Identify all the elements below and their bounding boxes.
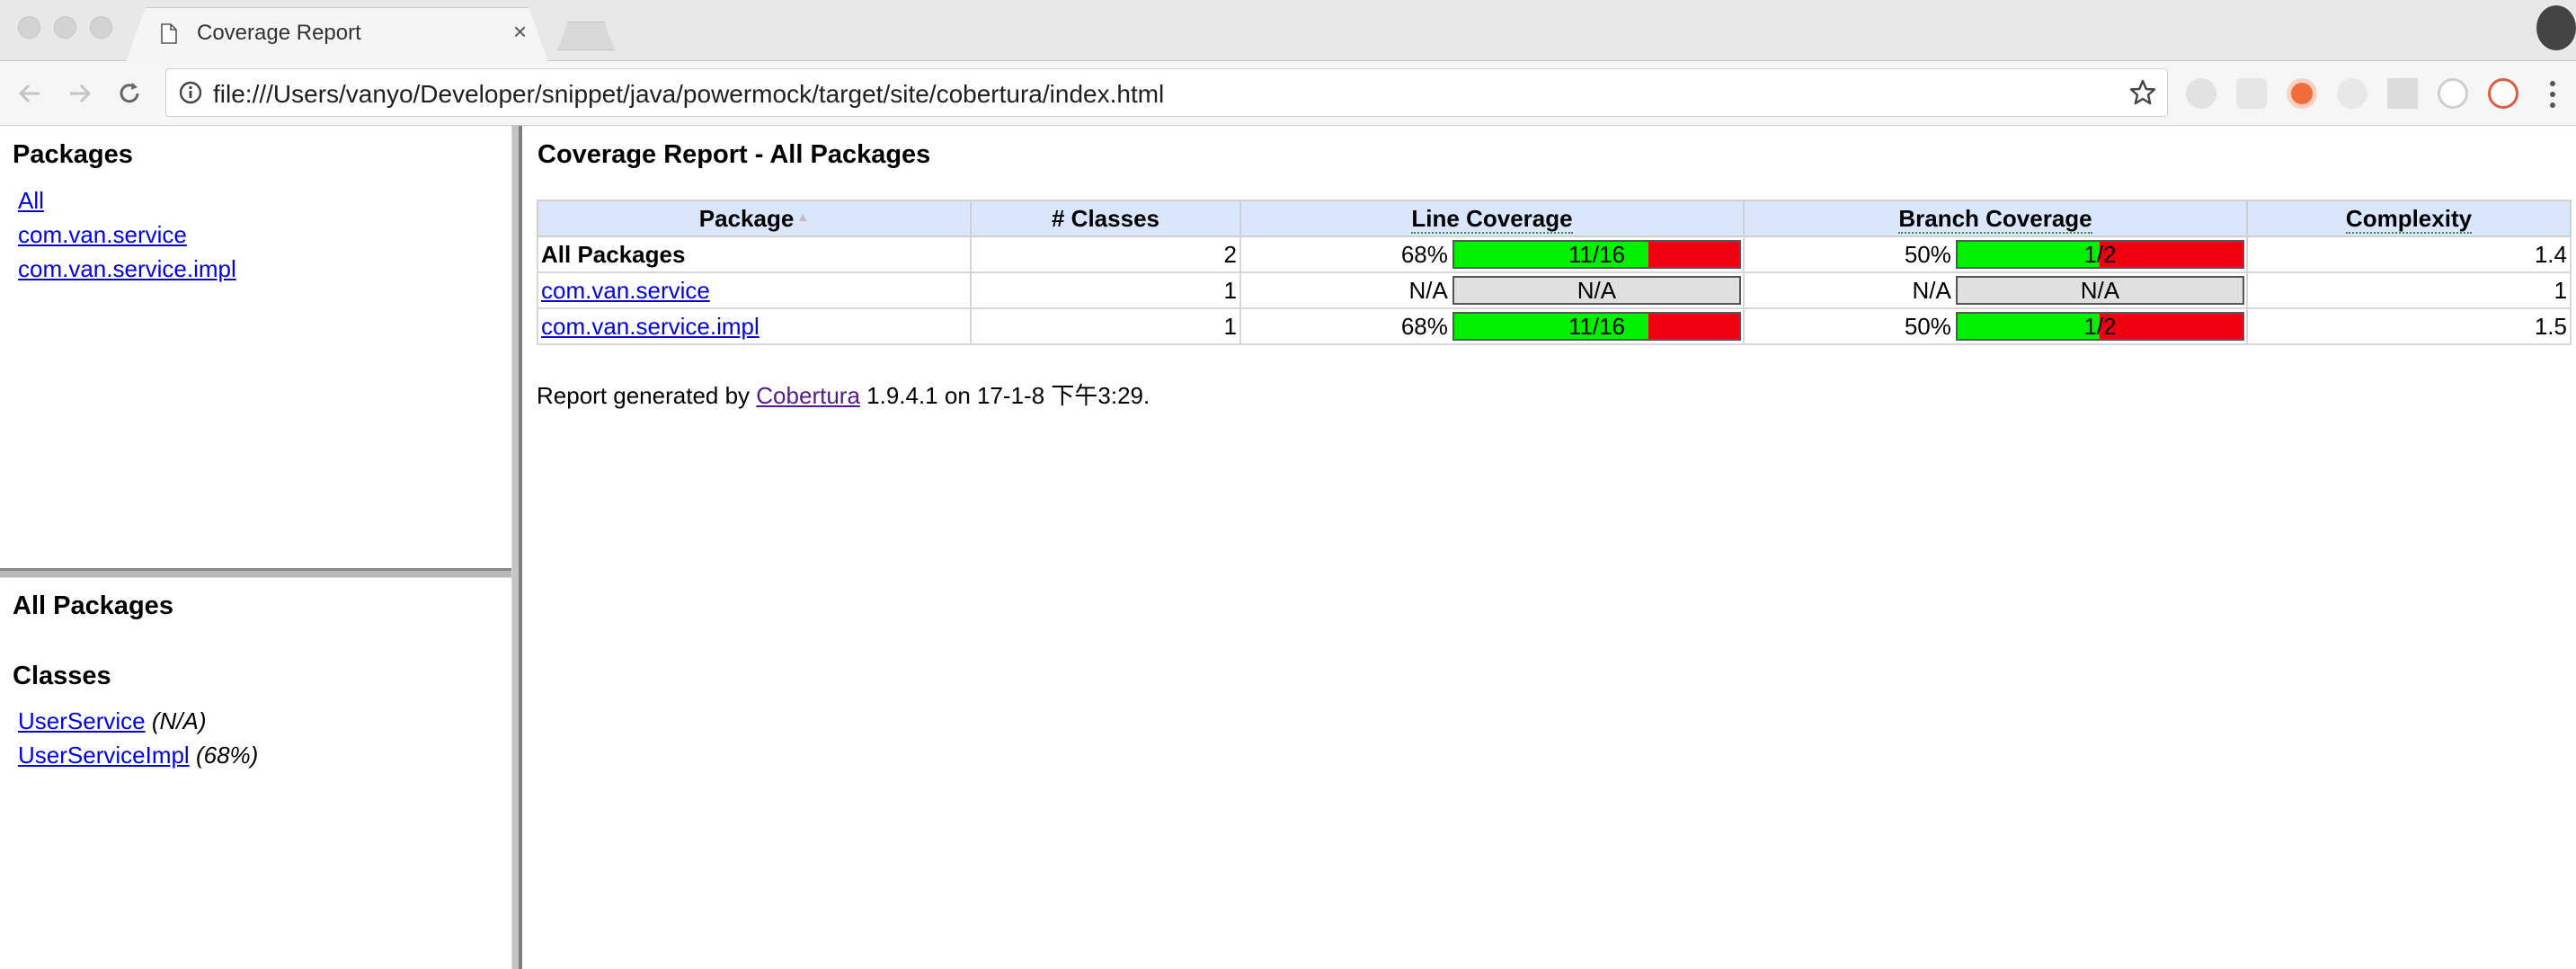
line-coverage-percent: 68% <box>1239 236 1451 273</box>
column-header-complexity[interactable]: Complexity <box>2246 200 2572 237</box>
package-link-service[interactable]: com.van.service <box>18 221 187 248</box>
menu-dots-icon[interactable] <box>2547 79 2558 110</box>
line-coverage-bar-cell: 11/16 <box>1450 307 1745 345</box>
classes-heading: Classes <box>13 662 111 690</box>
package-name-cell: All Packages <box>537 236 972 273</box>
package-list-item: com.van.service.impl <box>18 252 236 286</box>
parachute-extension-icon[interactable] <box>2236 78 2267 109</box>
branch-coverage-percent: N/A <box>1743 271 1954 309</box>
classes-count-cell: 2 <box>970 236 1241 273</box>
coverage-bar: 1/2 <box>1955 240 2244 269</box>
column-header-package[interactable]: Package ▲ <box>537 200 972 237</box>
profile-avatar[interactable] <box>2536 5 2576 50</box>
package-row-link[interactable]: com.van.service <box>541 277 710 304</box>
all-packages-heading: All Packages <box>13 591 173 620</box>
info-icon[interactable] <box>179 81 202 104</box>
column-header-classes[interactable]: # Classes <box>970 200 1241 237</box>
package-row-link[interactable]: com.van.service.impl <box>541 313 759 340</box>
column-header-line-coverage[interactable]: Line Coverage <box>1239 200 1745 237</box>
line-coverage-percent: 68% <box>1239 307 1451 345</box>
complexity-cell: 1.5 <box>2246 307 2572 345</box>
branch-coverage-bar-cell: N/A <box>1953 271 2249 309</box>
footer-prefix: Report generated by <box>537 382 757 409</box>
reload-icon[interactable] <box>113 77 146 110</box>
coverage-bar: N/A <box>1955 276 2244 305</box>
orange-extension-icon[interactable] <box>2287 78 2317 109</box>
complexity-cell: 1.4 <box>2246 236 2572 273</box>
report-footer: Report generated by Cobertura 1.9.4.1 on… <box>537 378 1150 411</box>
coverage-bar: 11/16 <box>1452 240 1741 269</box>
bookmark-star-icon[interactable] <box>2129 79 2156 106</box>
table-header-row: Package ▲ # Classes Line Coverage Branch … <box>537 200 2572 237</box>
packages-heading: Packages <box>13 140 133 169</box>
class-link-userservice[interactable]: UserService <box>18 707 146 734</box>
package-name-cell: com.van.service <box>537 271 972 309</box>
package-list-item: com.van.service <box>18 218 236 252</box>
classes-list: UserService (N/A) UserServiceImpl (68%) <box>18 704 258 772</box>
classes-count-cell: 1 <box>970 271 1241 309</box>
footer-suffix: 1.9.4.1 on 17-1-8 下午3:29. <box>859 382 1150 409</box>
tab-strip: Coverage Report × <box>0 0 2576 61</box>
report-frame: Coverage Report - All Packages Package ▲ … <box>522 126 2576 969</box>
class-coverage: (N/A) <box>151 707 207 734</box>
complexity-cell: 1 <box>2246 271 2572 309</box>
line-coverage-bar-cell: 11/16 <box>1450 236 1745 273</box>
table-row: All Packages 2 68% 11/16 50% 1/2 1.4 <box>537 236 2572 273</box>
frame-splitter-vertical[interactable] <box>511 126 522 969</box>
table-row: com.van.service 1 N/A N/A N/A N/A 1 <box>537 271 2572 309</box>
column-header-branch-coverage[interactable]: Branch Coverage <box>1743 200 2248 237</box>
class-list-item: UserService (N/A) <box>18 704 258 738</box>
coverage-bar: N/A <box>1452 276 1741 305</box>
class-link-userserviceimpl[interactable]: UserServiceImpl <box>18 742 190 769</box>
package-name-cell: com.van.service.impl <box>537 307 972 345</box>
close-window-button[interactable] <box>18 16 40 39</box>
cobertura-link[interactable]: Cobertura <box>756 382 860 409</box>
line-coverage-percent: N/A <box>1239 271 1451 309</box>
package-list-item: All <box>18 183 236 218</box>
branch-coverage-percent: 50% <box>1743 236 1954 273</box>
json-extension-icon[interactable] <box>2438 78 2468 109</box>
line-coverage-bar-cell: N/A <box>1450 271 1745 309</box>
packages-list: All com.van.service com.van.service.impl <box>18 183 236 286</box>
sort-indicator-icon: ▲ <box>796 209 810 224</box>
package-link-all[interactable]: All <box>18 187 44 214</box>
active-tab[interactable]: Coverage Report × <box>126 7 548 62</box>
branch-coverage-bar-cell: 1/2 <box>1953 236 2249 273</box>
maximize-window-button[interactable] <box>90 16 112 39</box>
link-extension-icon[interactable] <box>2337 78 2367 109</box>
coverage-bar: 11/16 <box>1452 312 1741 341</box>
branch-coverage-bar-cell: 1/2 <box>1953 307 2249 345</box>
report-title: Coverage Report - All Packages <box>537 140 931 169</box>
class-coverage: (68%) <box>195 742 259 769</box>
forward-arrow-icon[interactable] <box>63 77 95 110</box>
address-bar[interactable]: file:///Users/vanyo/Developer/snippet/ja… <box>165 68 2168 117</box>
table-row: com.van.service.impl 1 68% 11/16 50% 1/2 1.5 <box>537 307 2572 345</box>
url-text[interactable]: file:///Users/vanyo/Developer/snippet/ja… <box>213 80 1164 109</box>
new-tab-button[interactable] <box>557 22 615 50</box>
back-arrow-icon[interactable] <box>14 77 47 110</box>
red-p-extension-icon[interactable] <box>2488 78 2518 109</box>
branch-coverage-percent: 50% <box>1743 307 1954 345</box>
tab-title: Coverage Report <box>197 21 361 45</box>
document-icon <box>161 23 177 44</box>
class-list-item: UserServiceImpl (68%) <box>18 738 258 772</box>
coverage-table: Package ▲ # Classes Line Coverage Branch … <box>537 200 2572 345</box>
frame-splitter-horizontal[interactable] <box>0 568 511 578</box>
package-link-service-impl[interactable]: com.van.service.impl <box>18 255 236 282</box>
packages-frame: Packages All com.van.service com.van.ser… <box>0 126 511 568</box>
classes-count-cell: 1 <box>970 307 1241 345</box>
browser-toolbar: file:///Users/vanyo/Developer/snippet/ja… <box>0 61 2576 126</box>
minimize-window-button[interactable] <box>54 16 76 39</box>
coverage-bar: 1/2 <box>1955 312 2244 341</box>
tab-close-icon[interactable]: × <box>513 20 527 43</box>
classes-frame: All Packages Classes UserService (N/A) U… <box>0 578 511 969</box>
extension-icon-1[interactable] <box>2186 78 2216 109</box>
image-extension-icon[interactable] <box>2387 78 2418 109</box>
